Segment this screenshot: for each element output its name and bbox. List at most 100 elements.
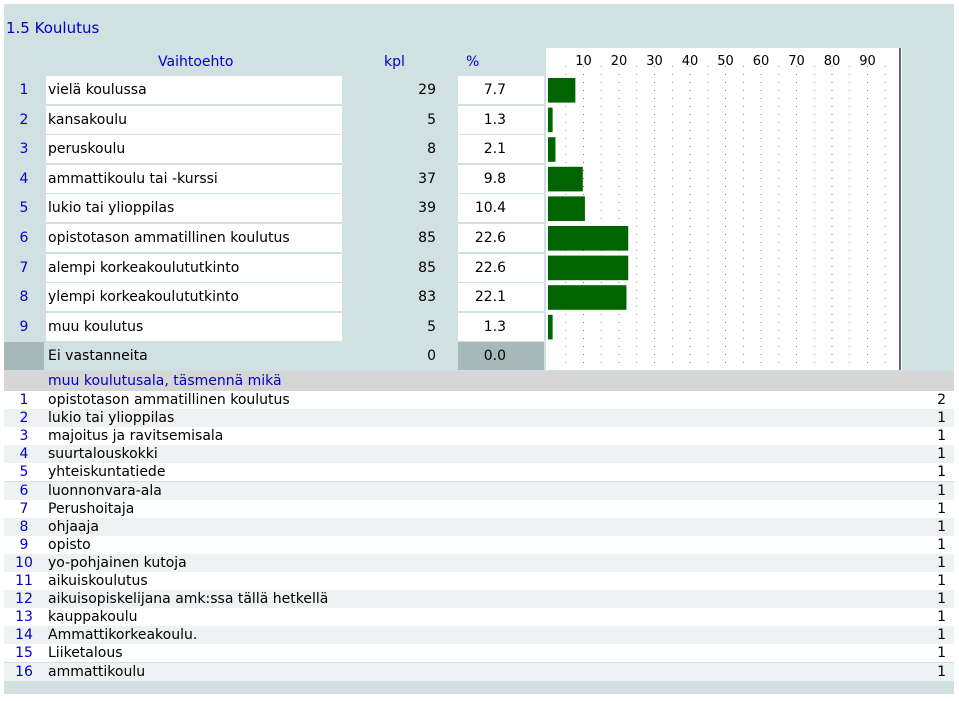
row-value: 1 (937, 591, 946, 607)
row-percent: 10.4 (474, 200, 506, 216)
row-percent: 0.0 (483, 348, 506, 364)
row-number: 4 (19, 446, 29, 462)
table2-row: 3 majoitus ja ravitsemisala 1 (4, 427, 954, 445)
row-number: 11 (15, 573, 33, 589)
row-label: Ei vastanneita (48, 348, 148, 364)
table2-row: 14 Ammattikorkeakoulu. 1 (4, 626, 954, 644)
tick-label: 20 (611, 54, 628, 69)
bar (548, 166, 583, 192)
row-percent: 1.3 (483, 112, 506, 128)
row-value: 1 (937, 410, 946, 426)
row-label: opistotason ammatillinen koulutus (48, 392, 290, 408)
row-label: ammattikoulu (48, 664, 146, 680)
row-label: Liiketalous (48, 645, 123, 661)
row-label: yo-pohjainen kutoja (48, 555, 187, 571)
row-value: 1 (937, 446, 946, 462)
row-number: 3 (19, 141, 29, 157)
row-label: aikuiskoulutus (48, 573, 148, 589)
table2-row: 10 yo-pohjainen kutoja 1 (4, 554, 954, 572)
row-number: 16 (15, 664, 33, 680)
row-label: muu koulutus (48, 319, 144, 335)
row-number: 5 (19, 464, 29, 480)
row-value: 1 (937, 609, 946, 625)
row-number: 9 (19, 319, 29, 335)
bar (548, 107, 553, 133)
bar (548, 255, 629, 281)
row-number: 13 (15, 609, 33, 625)
row-value: 1 (937, 428, 946, 444)
tick-label: 80 (824, 54, 841, 69)
row-count: 85 (418, 260, 436, 276)
row-label: aikuisopiskelijana amk:ssa tällä hetkell… (48, 591, 329, 607)
bar (548, 196, 585, 221)
row-percent: 22.6 (474, 260, 506, 276)
row-label: ylempi korkeakoulututkinto (48, 289, 239, 305)
bar (548, 285, 627, 310)
table2-row: 6 luonnonvara-ala 1 (4, 482, 954, 500)
section-title: 1.5 Koulutus (6, 19, 100, 37)
table2-row: 2 lukio tai ylioppilas 1 (4, 409, 954, 427)
row-number (4, 342, 44, 370)
table2-row: 1 opistotason ammatillinen koulutus 2 (4, 391, 954, 409)
row-number: 15 (15, 645, 33, 661)
row-number: 6 (19, 230, 29, 246)
row-count: 5 (427, 112, 436, 128)
row-value: 1 (937, 555, 946, 571)
bar (548, 78, 576, 103)
table2-header-row: muu koulutusala, täsmennä mikä (4, 371, 954, 391)
row-value: 1 (937, 464, 946, 480)
row-number: 8 (19, 289, 29, 305)
bar (548, 226, 629, 251)
row-percent: 22.1 (474, 289, 506, 305)
row-label: lukio tai ylioppilas (48, 410, 175, 426)
row-value: 1 (937, 483, 946, 499)
table2-row: 12 aikuisopiskelijana amk:ssa tällä hetke… (4, 590, 954, 608)
row-label: yhteiskuntatiede (48, 464, 166, 480)
tick-label: 50 (717, 54, 734, 69)
row-count: 0 (427, 348, 436, 364)
row-label: suurtalouskokki (48, 446, 158, 462)
row-number: 2 (19, 410, 29, 426)
row-number: 8 (19, 519, 29, 535)
row-number: 7 (19, 501, 29, 517)
row-percent: 9.8 (483, 171, 506, 187)
tick-label: 30 (646, 54, 663, 69)
tick-label: 70 (788, 54, 805, 69)
row-label: kansakoulu (48, 112, 127, 128)
row-count: 29 (418, 82, 436, 98)
row-label: majoitus ja ravitsemisala (48, 428, 224, 444)
row-label: peruskoulu (48, 141, 126, 157)
row-number: 1 (19, 392, 29, 408)
row-label: Ammattikorkeakoulu. (48, 627, 198, 643)
row-value: 1 (937, 645, 946, 661)
table2-row: 13 kauppakoulu 1 (4, 608, 954, 626)
row-number: 4 (19, 171, 29, 187)
bar-chart: 10 20 30 40 50 60 70 80 90 (546, 48, 902, 370)
row-number: 1 (19, 82, 29, 98)
tick-label: 10 (575, 54, 592, 69)
row-percent: 1.3 (483, 319, 506, 335)
row-value: 1 (937, 519, 946, 535)
col-percent-header: % (466, 54, 480, 70)
row-label: lukio tai ylioppilas (48, 200, 175, 216)
row-count: 8 (427, 141, 436, 157)
table2-row: 16 ammattikoulu 1 (4, 663, 954, 681)
bar (548, 314, 553, 340)
row-count: 5 (427, 319, 436, 335)
row-count: 85 (418, 230, 436, 246)
tick-label: 60 (753, 54, 770, 69)
row-count: 37 (418, 171, 436, 187)
table2-header: muu koulutusala, täsmennä mikä (48, 373, 282, 389)
row-number: 3 (19, 428, 29, 444)
tick-label: 40 (682, 54, 699, 69)
tick-label: 90 (859, 54, 876, 69)
row-label: alempi korkeakoulututkinto (48, 260, 240, 276)
row-percent: 2.1 (483, 141, 506, 157)
row-label: vielä koulussa (48, 82, 147, 98)
row-percent: 22.6 (474, 230, 506, 246)
row-number: 14 (15, 627, 33, 643)
row-value: 1 (937, 537, 946, 553)
col-count-header: kpl (384, 54, 405, 70)
col-option-header: Vaihtoehto (158, 54, 234, 70)
row-label: luonnonvara-ala (48, 483, 162, 499)
